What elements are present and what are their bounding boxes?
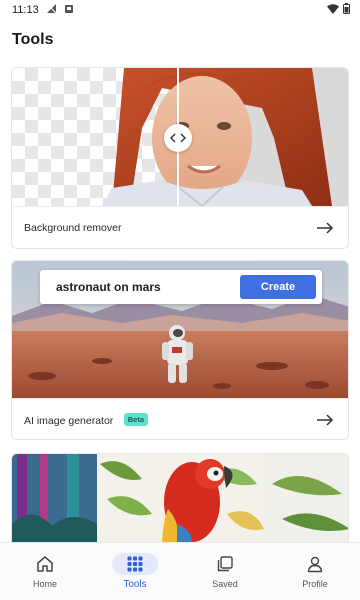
bottom-navigation: Home Tools Saved Profile [0, 542, 360, 600]
signal-off-icon [46, 3, 57, 17]
nav-label: Home [32, 579, 57, 589]
page-title: Tools [12, 31, 54, 48]
nav-profile[interactable]: Profile [270, 543, 360, 600]
nav-label: Tools [123, 579, 147, 590]
nav-home[interactable]: Home [0, 543, 90, 600]
card-footer: AI image generator Beta [12, 398, 348, 439]
notification-icon [64, 4, 74, 17]
nav-label: Profile [302, 579, 328, 589]
nav-tools[interactable]: Tools [90, 543, 180, 600]
arrow-right-icon[interactable] [316, 414, 334, 426]
ai-image-generator-card[interactable]: astronaut on mars Create AI image genera… [11, 260, 349, 440]
compare-slider-handle[interactable] [164, 124, 192, 152]
background-remover-card[interactable]: Background remover [11, 67, 349, 249]
nav-label: Saved [212, 579, 238, 589]
left-right-arrows-icon [170, 133, 186, 143]
mars-astronaut-image: astronaut on mars Create [12, 261, 348, 398]
wifi-icon [327, 3, 339, 17]
card-title: AI image generator [24, 415, 114, 427]
prompt-bar: astronaut on mars Create [40, 270, 322, 304]
grid-icon [127, 556, 143, 572]
saved-icon [217, 556, 233, 572]
battery-icon [343, 3, 350, 17]
status-time: 11:13 [12, 4, 39, 16]
nav-saved[interactable]: Saved [180, 543, 270, 600]
card-title: Background remover [24, 222, 122, 234]
profile-icon [307, 556, 323, 573]
prompt-input[interactable]: astronaut on mars [56, 280, 161, 294]
create-button[interactable]: Create [240, 275, 316, 299]
beta-badge: Beta [123, 413, 149, 427]
home-icon [37, 556, 53, 572]
arrow-right-icon[interactable] [316, 222, 334, 234]
card-footer: Background remover [12, 206, 348, 248]
background-remover-preview [12, 68, 348, 206]
third-tool-card[interactable] [11, 453, 349, 548]
parrot-jungle-image [12, 454, 348, 547]
status-bar: 11:13 [0, 0, 360, 20]
